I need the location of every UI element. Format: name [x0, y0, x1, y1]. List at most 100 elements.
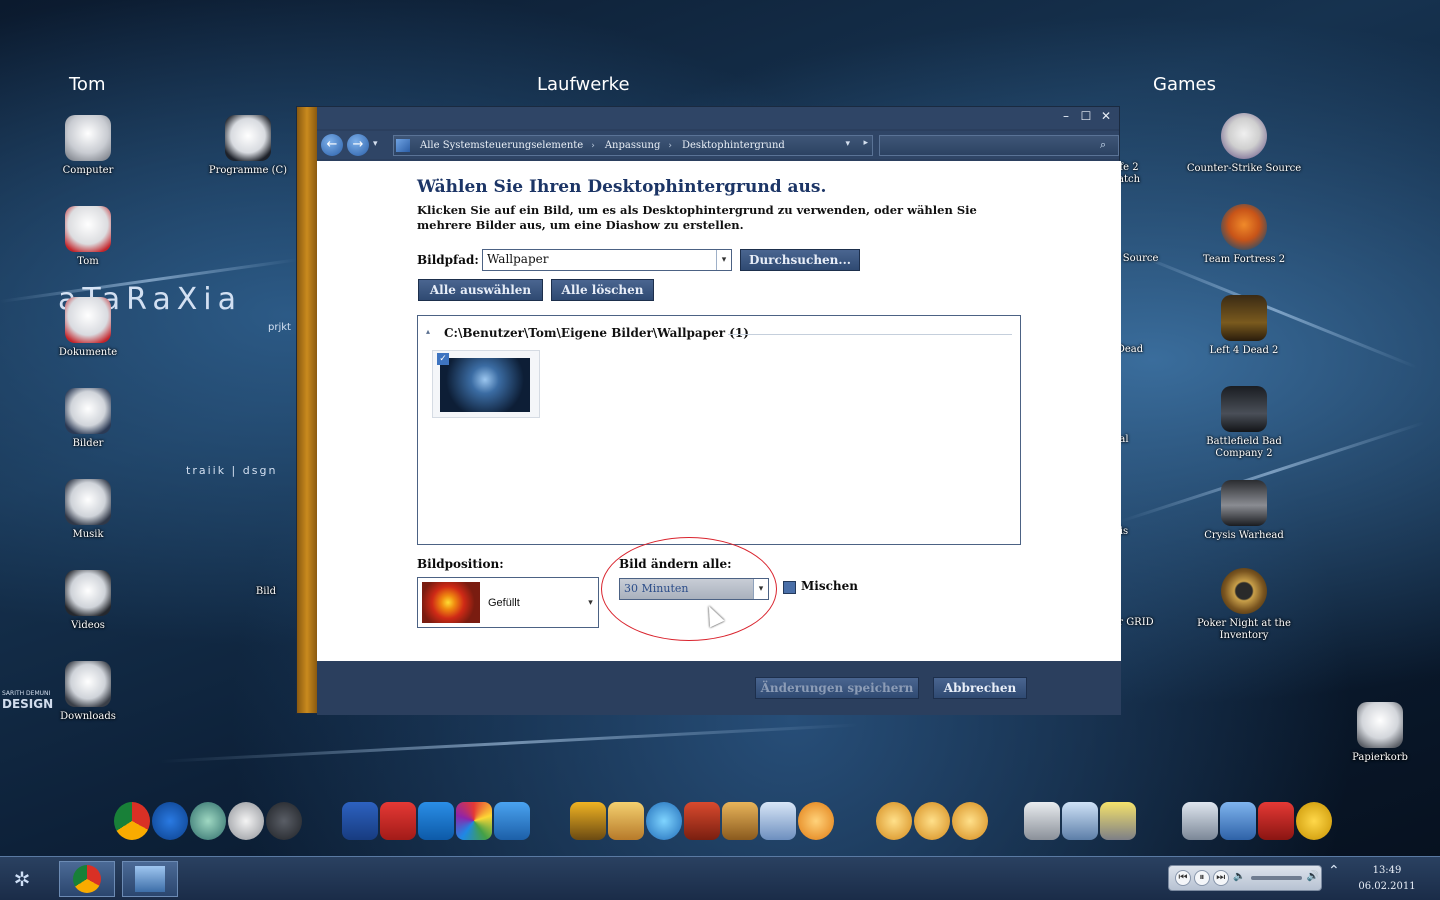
control-panel-icon	[135, 866, 165, 892]
save-changes-button[interactable]: Änderungen speichern	[755, 677, 919, 699]
r-app-icon[interactable]	[380, 802, 416, 840]
messenger-swirl-icon[interactable]	[646, 802, 682, 840]
volume-icon[interactable]: 🔈	[1232, 870, 1248, 886]
address-bar[interactable]: Alle Systemsteuerungselemente › Anpassun…	[393, 135, 873, 156]
desktop-icon-tom[interactable]: Tom	[28, 206, 148, 268]
videos-icon	[65, 570, 111, 616]
clear-all-button[interactable]: Alle löschen	[551, 279, 654, 301]
desktop-icon-team-fortress[interactable]: Team Fortress 2	[1184, 204, 1304, 266]
desktop-icon-bilder[interactable]: Bilder	[28, 388, 148, 450]
tools-icon[interactable]	[1182, 802, 1218, 840]
smiley-icon[interactable]	[876, 802, 912, 840]
desktop-icon-dokumente[interactable]: Dokumente	[28, 297, 148, 359]
breadcrumb-separator-icon[interactable]: ›	[591, 141, 595, 151]
select-all-button[interactable]: Alle auswählen	[418, 279, 543, 301]
back-arrow-icon[interactable]: ←	[321, 134, 343, 156]
monitor-icon[interactable]	[1024, 802, 1060, 840]
desktop-icon-battlefield[interactable]: Battlefield Bad Company 2	[1184, 386, 1304, 460]
boxes-icon[interactable]	[722, 802, 758, 840]
smiley-icon[interactable]	[914, 802, 950, 840]
history-chevron-icon[interactable]: ▾	[373, 139, 378, 149]
maximize-icon[interactable]: ☐	[1079, 109, 1093, 123]
address-dropdown-icon[interactable]: ▾	[845, 139, 850, 149]
shuffle-checkbox[interactable]	[783, 581, 796, 594]
word-icon[interactable]	[342, 802, 378, 840]
group-label-games: Games	[1153, 74, 1216, 95]
tray-expand-icon[interactable]: ⌃	[1328, 863, 1340, 879]
minimize-icon[interactable]: –	[1059, 109, 1073, 123]
taskbar-control-panel-button[interactable]	[122, 861, 178, 897]
steam-icon[interactable]	[266, 802, 302, 840]
desktop-icon-counter-strike[interactable]: Counter-Strike Source	[1184, 113, 1304, 175]
paint-palette-icon[interactable]	[608, 802, 644, 840]
chevron-down-icon[interactable]: ▾	[716, 250, 731, 270]
cancel-button[interactable]: Abbrechen	[933, 677, 1027, 699]
photoshop-elements-icon[interactable]	[418, 802, 454, 840]
winamp-icon[interactable]	[570, 802, 606, 840]
close-icon[interactable]: ✕	[1099, 109, 1113, 123]
chevron-down-icon[interactable]: ▾	[583, 578, 598, 627]
smiley-icon[interactable]	[952, 802, 988, 840]
desktop-icon-computer[interactable]: Computer	[28, 115, 148, 177]
image-path-value: Wallpaper	[487, 252, 549, 266]
forward-arrow-icon[interactable]: →	[347, 134, 369, 156]
wallpaper-credit: traiik | dsgn	[186, 464, 278, 477]
shuffle-label[interactable]: Mischen	[801, 579, 858, 593]
desktop-icon-papierkorb[interactable]: Papierkorb	[1320, 702, 1440, 764]
desktop-icon-programme[interactable]: Programme (C)	[188, 115, 308, 177]
image-path-select[interactable]: Wallpaper ▾	[482, 249, 732, 271]
search-input[interactable]: ⌕	[879, 135, 1119, 156]
pencil-icon[interactable]	[1100, 802, 1136, 840]
itunes-icon[interactable]	[152, 802, 188, 840]
media-player-icon[interactable]	[798, 802, 834, 840]
image-position-select[interactable]: Gefüllt ▾	[417, 577, 599, 628]
wallpaper-thumbnail[interactable]: ✓	[432, 350, 540, 418]
start-button-icon[interactable]: ✲	[8, 867, 36, 891]
gallery-folder-header[interactable]: C:\Benutzer\Tom\Eigene Bilder\Wallpaper …	[444, 326, 749, 340]
books-icon[interactable]	[684, 802, 720, 840]
desktop-icon-left-4-dead[interactable]: Left 4 Dead 2	[1184, 295, 1304, 357]
volume-max-icon[interactable]: 🔊	[1305, 870, 1321, 886]
breadcrumb-desktophintergrund[interactable]: Desktophintergrund	[682, 140, 785, 151]
poker-chip-icon	[1221, 568, 1267, 614]
change-interval-select[interactable]: 30 Minuten ▾	[619, 578, 769, 600]
crysis-icon	[1221, 480, 1267, 526]
desktop-icon-bild-partial[interactable]: Bild	[236, 586, 296, 598]
control-panel-dock-icon[interactable]	[1220, 802, 1256, 840]
desktop-icon-poker-night[interactable]: Poker Night at the Inventory	[1184, 568, 1304, 642]
disc-icon[interactable]	[228, 802, 264, 840]
volume-slider[interactable]	[1250, 876, 1303, 880]
chevron-down-icon[interactable]: ▾	[753, 579, 768, 599]
norton-icon[interactable]	[1296, 802, 1332, 840]
checkmark-icon[interactable]: ✓	[437, 353, 449, 365]
puzzle-icon[interactable]	[494, 802, 530, 840]
cursor-app-icon[interactable]	[760, 802, 796, 840]
taskbar-chrome-button[interactable]	[59, 861, 115, 897]
chrome-icon[interactable]	[114, 802, 150, 840]
wallpaper-gallery: ▴ C:\Benutzer\Tom\Eigene Bilder\Wallpape…	[417, 315, 1021, 545]
desktop-icon-videos[interactable]: Videos	[28, 570, 148, 632]
photo-viewer-icon[interactable]	[1062, 802, 1098, 840]
64-app-icon[interactable]	[1258, 802, 1294, 840]
breadcrumb-separator-icon[interactable]: ›	[668, 141, 672, 151]
desktop-icon-downloads[interactable]: Downloads	[28, 661, 148, 723]
pictures-icon	[65, 388, 111, 434]
messenger-icon[interactable]	[190, 802, 226, 840]
next-icon[interactable]: ⏭	[1212, 870, 1229, 886]
breadcrumb-systemsteuerung[interactable]: Alle Systemsteuerungselemente	[420, 140, 583, 151]
collapse-icon[interactable]: ▴	[426, 327, 430, 336]
clock[interactable]: 13:49 06.02.2011	[1352, 863, 1422, 895]
browse-button[interactable]: Durchsuchen...	[740, 249, 860, 271]
window-content: Wählen Sie Ihren Desktophintergrund aus.…	[317, 161, 1121, 661]
pause-icon[interactable]: ⏸	[1193, 870, 1210, 886]
clock-date: 06.02.2011	[1358, 881, 1416, 892]
window-titlebar[interactable]: – ☐ ✕	[317, 107, 1119, 129]
search-icon[interactable]: ⌕	[1100, 138, 1114, 152]
previous-icon[interactable]: ⏮	[1175, 870, 1191, 886]
desktop-icon-musik[interactable]: Musik	[28, 479, 148, 541]
pinwheel-icon[interactable]	[456, 802, 492, 840]
address-go-icon[interactable]: ▸	[863, 138, 868, 148]
desktop-icon-crysis[interactable]: Crysis Warhead	[1184, 480, 1304, 542]
breadcrumb-anpassung[interactable]: Anpassung	[605, 140, 661, 151]
wallpaper-streak	[159, 723, 860, 763]
